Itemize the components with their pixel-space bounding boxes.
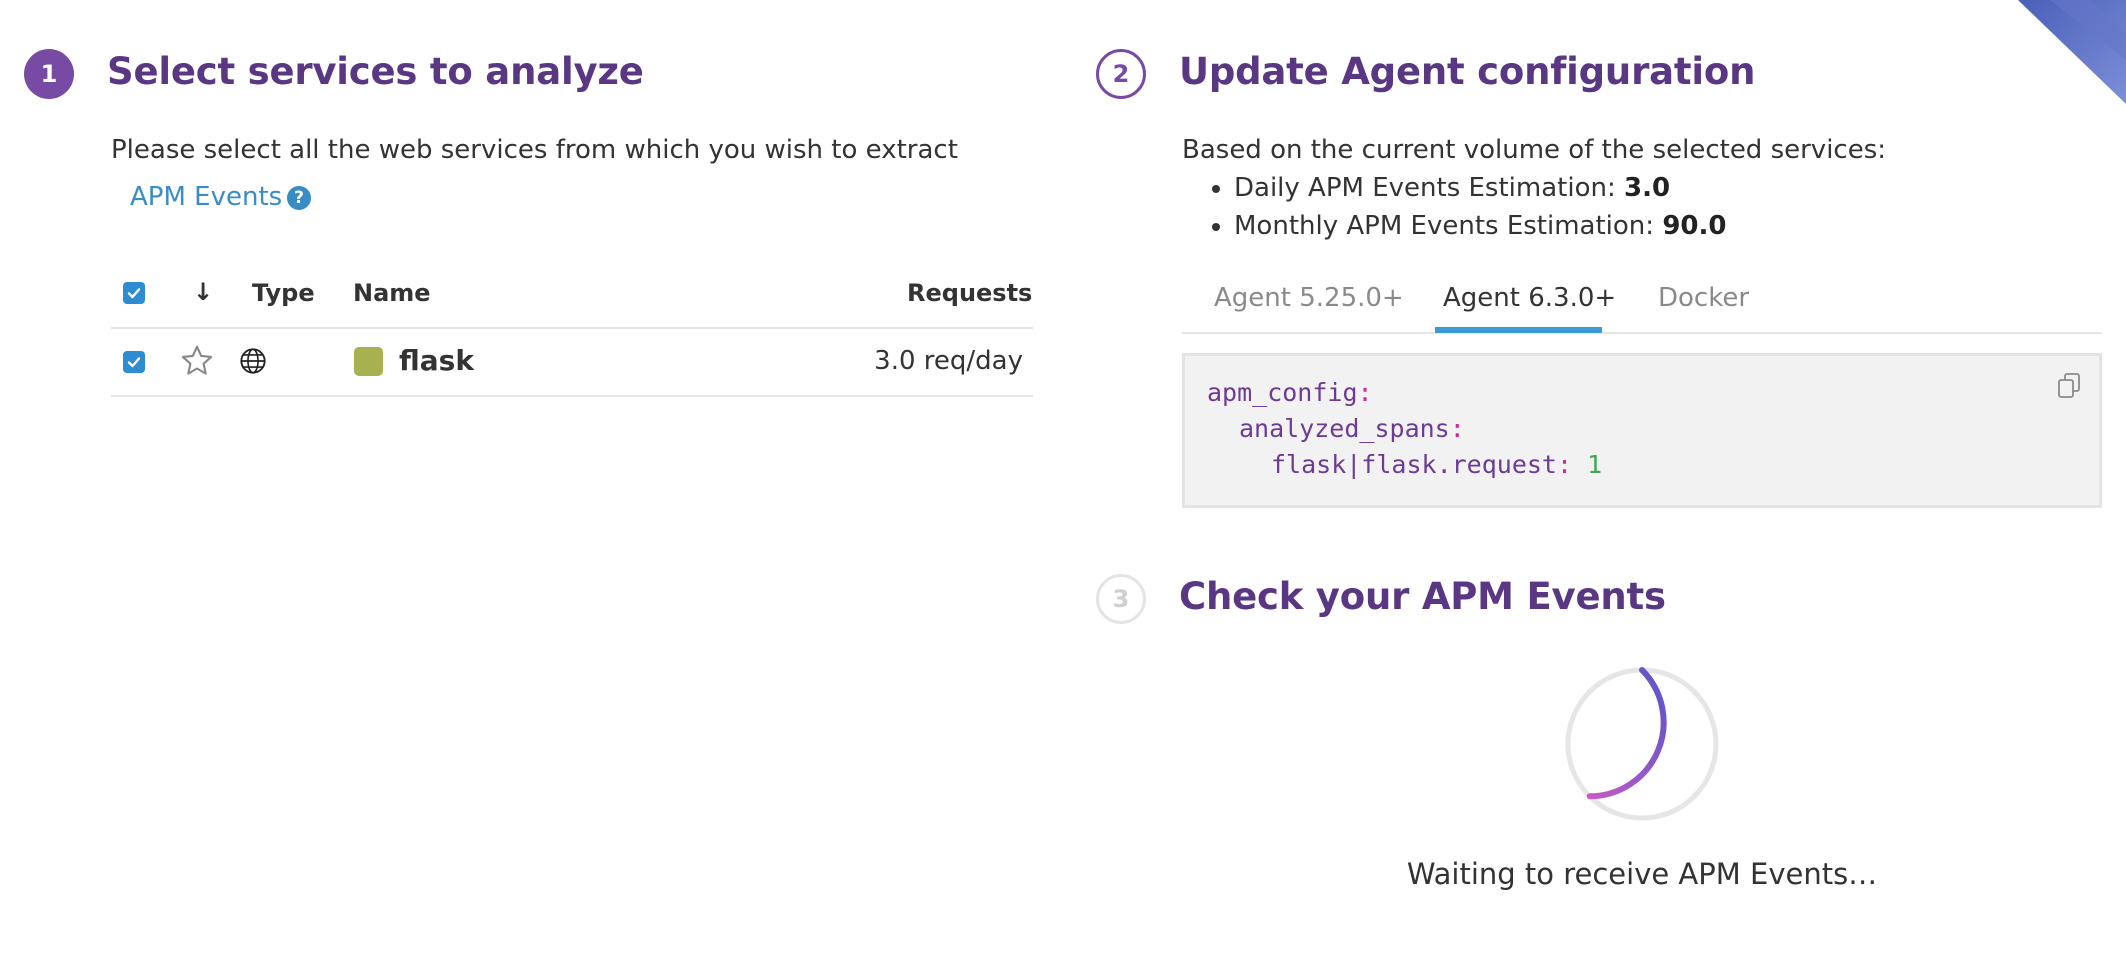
- code-line-1: apm_config:: [1207, 378, 1373, 407]
- config-code-block: apm_config: analyzed_spans: flask|flask.…: [1182, 353, 2102, 508]
- type-column-header[interactable]: Type: [252, 279, 315, 307]
- monthly-estimation: Monthly APM Events Estimation: 90.0: [1234, 207, 1726, 245]
- globe-icon: [240, 348, 266, 374]
- step-2-badge: 2: [1096, 49, 1146, 99]
- sort-arrow-icon[interactable]: ↓: [193, 278, 213, 306]
- tab-docker[interactable]: Docker: [1658, 283, 1749, 313]
- step-1-title: Select services to analyze: [107, 50, 644, 93]
- apm-events-link[interactable]: APM Events: [130, 182, 282, 212]
- service-name[interactable]: flask: [399, 344, 474, 377]
- volume-intro: Based on the current volume of the selec…: [1182, 135, 1887, 165]
- help-icon[interactable]: ?: [287, 186, 311, 210]
- waiting-message: Waiting to receive APM Events…: [1406, 857, 1878, 891]
- estimation-list: Daily APM Events Estimation: 3.0 Monthly…: [1182, 169, 1726, 245]
- code-line-2: analyzed_spans:: [1239, 414, 1465, 443]
- step-3-title: Check your APM Events: [1179, 575, 1666, 618]
- tab-agent-5[interactable]: Agent 5.25.0+: [1214, 283, 1404, 313]
- active-tab-indicator: [1435, 327, 1602, 333]
- table-row[interactable]: flask 3.0 req/day: [111, 329, 1033, 395]
- star-icon[interactable]: [179, 343, 215, 379]
- step-1-description: Please select all the web services from …: [111, 135, 958, 165]
- step-2-title: Update Agent configuration: [1179, 50, 1756, 93]
- name-column-header[interactable]: Name: [353, 279, 431, 307]
- tab-agent-6[interactable]: Agent 6.3.0+: [1443, 283, 1616, 313]
- loading-spinner: [1565, 667, 1719, 821]
- service-color-swatch: [354, 347, 383, 376]
- row-checkbox[interactable]: [123, 351, 145, 373]
- tabs-divider: [1182, 332, 2102, 334]
- daily-estimation: Daily APM Events Estimation: 3.0: [1234, 169, 1726, 207]
- step-1-badge: 1: [24, 49, 74, 99]
- table-row-divider: [111, 395, 1033, 397]
- code-line-3: flask|flask.request: 1: [1271, 450, 1603, 479]
- corner-decoration: [2018, 0, 2126, 104]
- service-requests: 3.0 req/day: [874, 346, 1023, 376]
- step-3-badge: 3: [1096, 574, 1146, 624]
- copy-icon[interactable]: [2056, 370, 2084, 400]
- requests-column-header[interactable]: Requests: [907, 279, 1032, 307]
- select-all-checkbox[interactable]: [123, 282, 145, 304]
